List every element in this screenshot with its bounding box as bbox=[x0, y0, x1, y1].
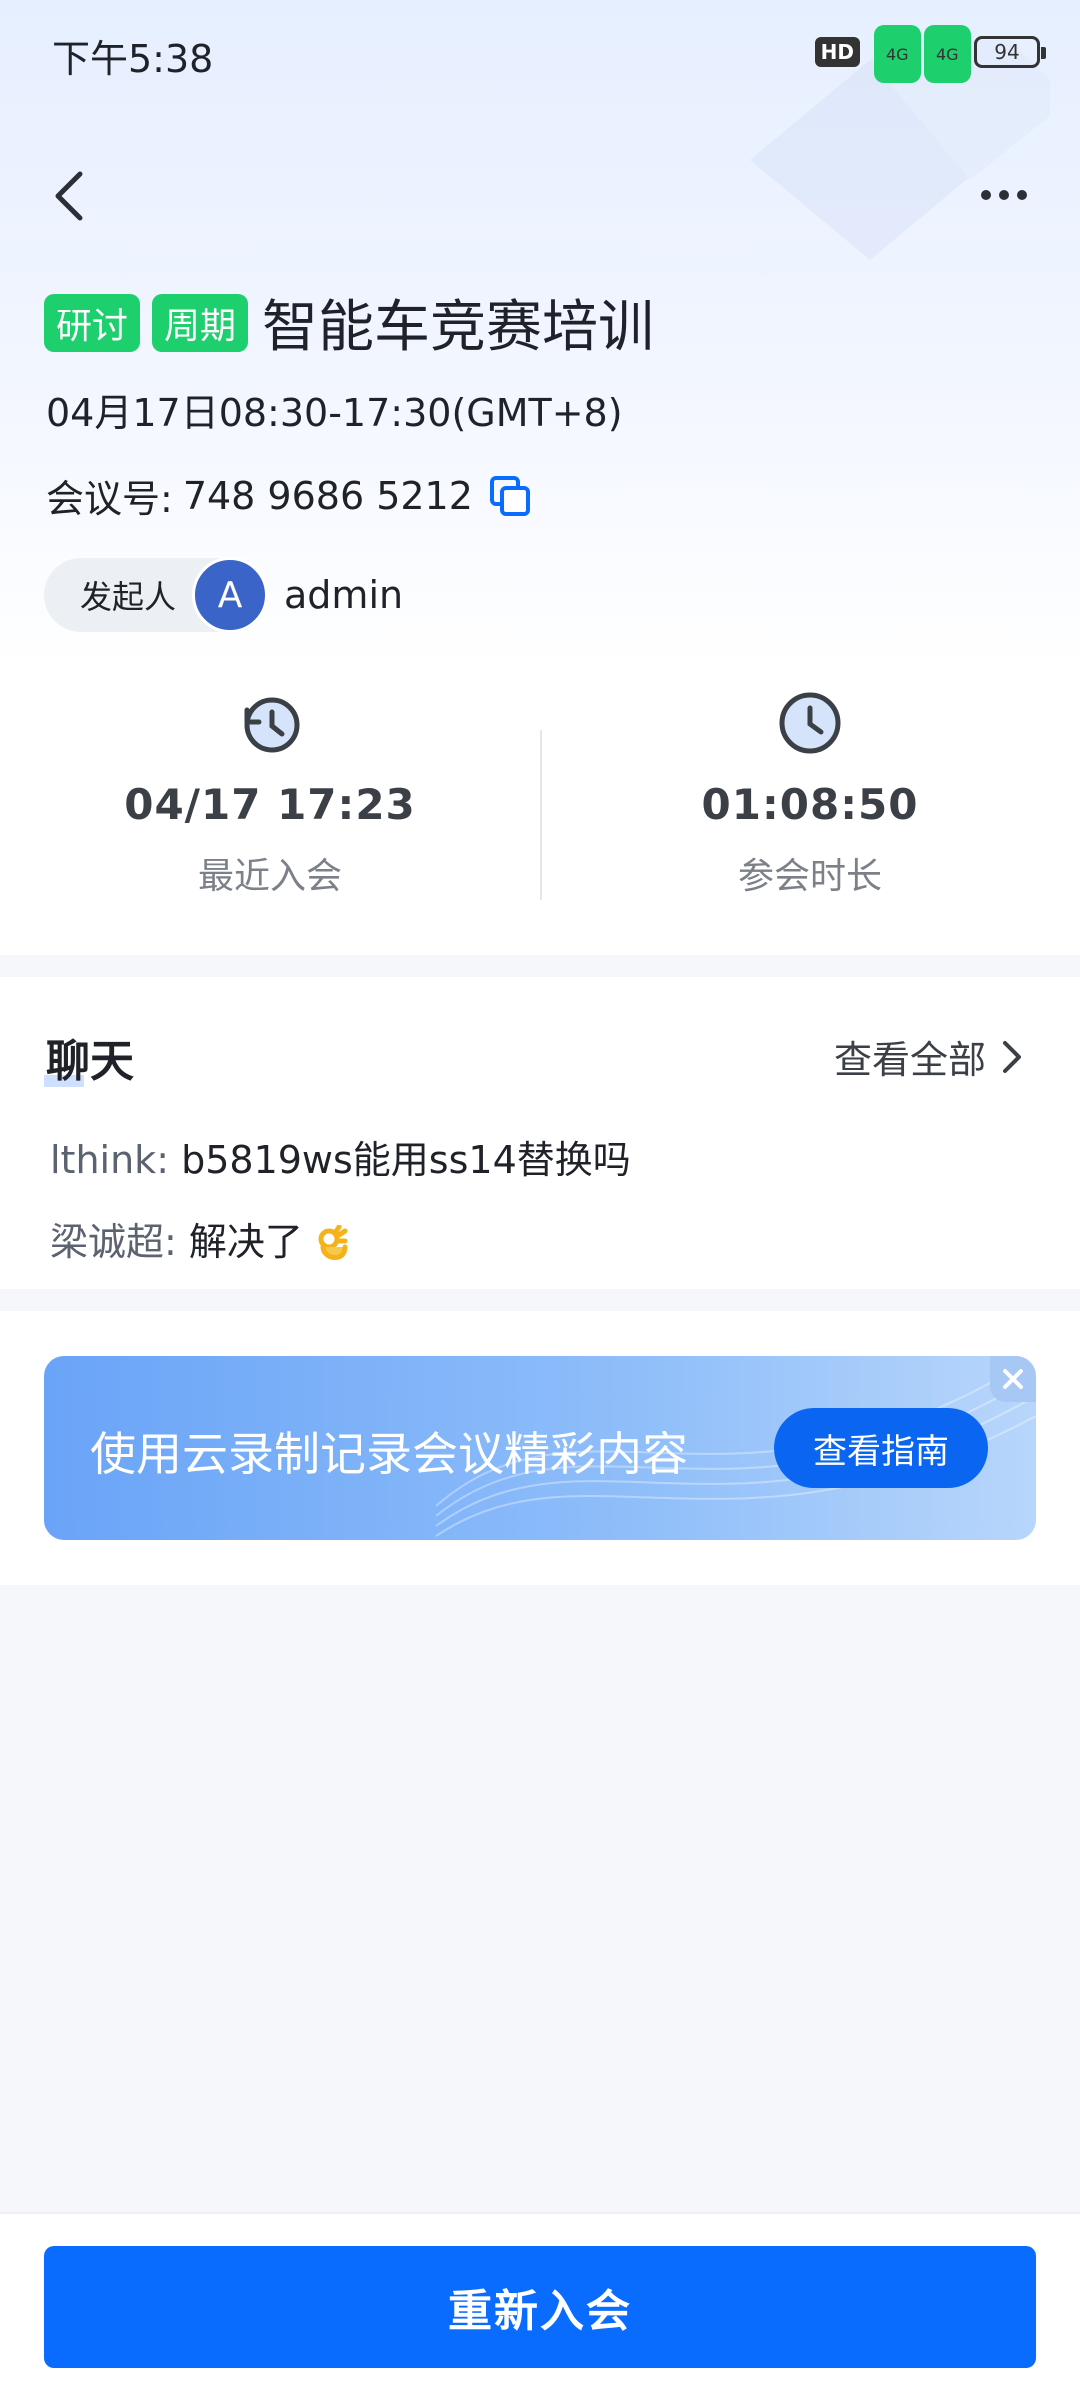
bottom-bar: 重新入会 bbox=[0, 2212, 1080, 2400]
rejoin-meeting-button[interactable]: 重新入会 bbox=[44, 2246, 1036, 2368]
more-dot-icon bbox=[1017, 190, 1027, 200]
hd-icon: HD bbox=[814, 37, 860, 67]
view-all-chat-button[interactable]: 查看全部 bbox=[834, 1029, 1024, 1084]
duration-value: 01:08:50 bbox=[701, 780, 919, 829]
last-join-label: 最近入会 bbox=[197, 856, 342, 897]
ok-hand-emoji-icon bbox=[318, 1224, 348, 1260]
view-guide-button[interactable]: 查看指南 bbox=[774, 1408, 988, 1488]
banner-close-button[interactable] bbox=[990, 1356, 1036, 1402]
meeting-stats: 04/17 17:23 最近入会 01:08:50 参会时长 bbox=[0, 690, 1080, 930]
chat-text: 解决了 bbox=[188, 1220, 303, 1264]
back-button[interactable] bbox=[40, 160, 100, 230]
more-dot-icon bbox=[981, 190, 991, 200]
chat-text: b5819ws能用ss14替换吗 bbox=[181, 1138, 631, 1182]
duration-stat: 01:08:50 参会时长 bbox=[540, 690, 1080, 899]
meeting-id-row: 会议号: 748 9686 5212 bbox=[46, 468, 531, 523]
history-clock-icon bbox=[244, 697, 300, 753]
last-join-value: 04/17 17:23 bbox=[124, 780, 416, 829]
banner-text: 使用云录制记录会议精彩内容 bbox=[90, 1427, 688, 1481]
meeting-title-row: 研讨 周期 智能车竞赛培训 bbox=[44, 282, 654, 363]
battery-icon: 94 bbox=[974, 36, 1046, 68]
tag-recurring: 周期 bbox=[152, 293, 249, 352]
status-bar: 下午5:38 HD 4G 4G 94 bbox=[0, 0, 1080, 100]
chat-title: 聊天 bbox=[46, 1036, 134, 1087]
meeting-id-label: 会议号: bbox=[46, 477, 173, 521]
chat-message: lthink: b5819ws能用ss14替换吗 bbox=[50, 1129, 631, 1184]
network-type-label-2: 4G bbox=[924, 25, 971, 83]
cloud-recording-banner[interactable]: 使用云录制记录会议精彩内容 查看指南 bbox=[44, 1356, 1036, 1540]
host-chip: 发起人 A admin bbox=[44, 557, 404, 633]
chat-card: 聊天 查看全部 lthink: b5819ws能用ss14替换吗 梁诚超: 解决… bbox=[0, 977, 1080, 1289]
status-icons: HD 4G 4G 94 bbox=[814, 25, 1046, 83]
chat-message: 梁诚超: 解决了 bbox=[50, 1211, 351, 1266]
more-options-button[interactable] bbox=[964, 170, 1044, 220]
tag-discussion: 研讨 bbox=[44, 293, 141, 352]
network-type-label: 4G bbox=[874, 25, 921, 83]
signal-icon-2: 4G bbox=[924, 25, 971, 83]
chat-sender: 梁诚超: bbox=[50, 1220, 177, 1264]
status-time: 下午5:38 bbox=[52, 37, 214, 81]
chevron-left-icon bbox=[55, 171, 83, 221]
copy-icon[interactable] bbox=[489, 475, 531, 517]
more-dot-icon bbox=[999, 190, 1009, 200]
chevron-right-icon bbox=[1003, 1040, 1021, 1073]
chat-sender: lthink: bbox=[50, 1138, 169, 1182]
clock-icon bbox=[779, 692, 841, 754]
promo-section: 使用云录制记录会议精彩内容 查看指南 bbox=[0, 1311, 1080, 1585]
meeting-id-value: 748 9686 5212 bbox=[182, 473, 473, 518]
duration-label: 参会时长 bbox=[737, 856, 882, 897]
meeting-time: 04月17日08:30-17:30(GMT+8) bbox=[46, 391, 623, 435]
last-join-stat: 04/17 17:23 最近入会 bbox=[0, 690, 540, 899]
view-all-label: 查看全部 bbox=[833, 1038, 986, 1082]
avatar[interactable]: A bbox=[192, 557, 269, 633]
host-name: admin bbox=[284, 573, 404, 617]
close-icon bbox=[1003, 1369, 1023, 1389]
meeting-title: 智能车竞赛培训 bbox=[262, 295, 655, 360]
signal-icon: 4G bbox=[874, 25, 921, 83]
